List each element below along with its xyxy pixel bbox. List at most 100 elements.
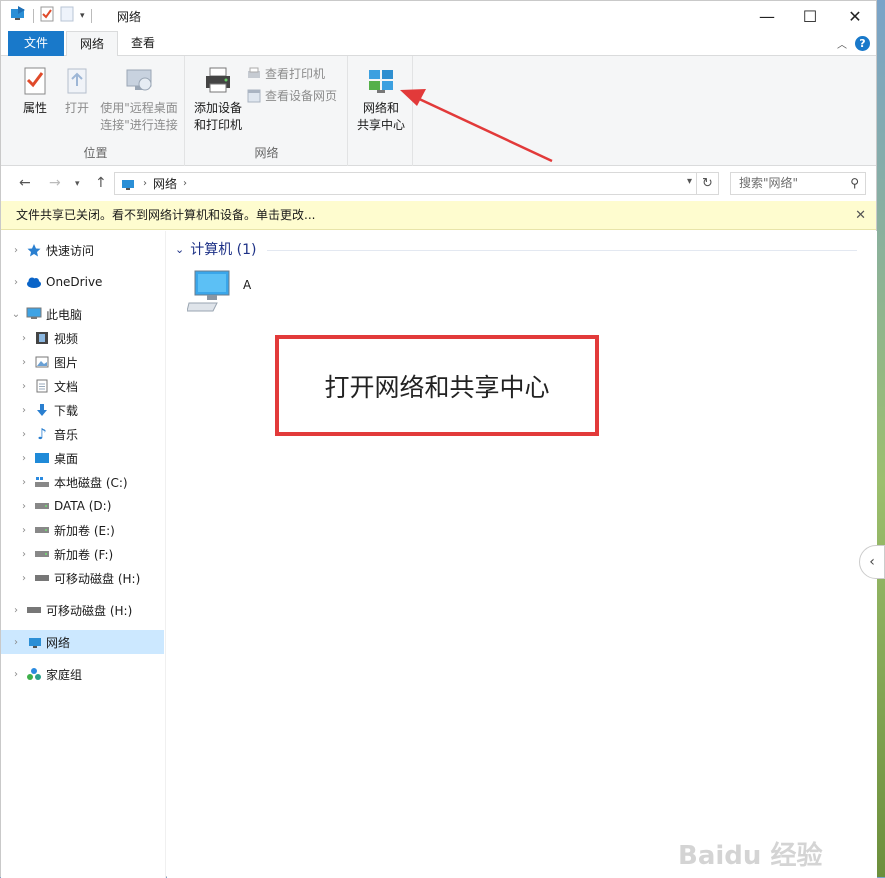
nav-removable-h[interactable]: › 可移动磁盘 (H:) <box>10 598 173 622</box>
add-devices-label-line2: 和打印机 <box>193 118 242 132</box>
open-button[interactable]: 打开 <box>59 64 95 117</box>
computer-item[interactable]: A <box>186 269 251 316</box>
nav-desktop[interactable]: › 桌面 <box>18 446 181 470</box>
computer-group-header[interactable]: ⌄ 计算机 (1) <box>175 239 257 259</box>
expand-panel-handle[interactable]: ‹ <box>859 545 885 579</box>
minimize-button[interactable]: — <box>744 1 790 31</box>
nav-this-pc[interactable]: ⌄ 此电脑 <box>10 302 173 326</box>
network-sharing-center-button[interactable]: 网络和 共享中心 <box>351 64 411 134</box>
expand-arrow-icon[interactable]: › <box>18 525 30 536</box>
nav-label: 家庭组 <box>46 667 83 682</box>
close-infobar-icon[interactable]: ✕ <box>855 201 866 230</box>
nav-homegroup[interactable]: › 家庭组 <box>10 662 173 686</box>
recent-locations-button[interactable]: ▾ <box>75 179 80 189</box>
network-sharing-icon <box>365 64 397 96</box>
content-pane: ⌄ 计算机 (1) A <box>167 231 877 878</box>
removable-drive-icon <box>34 570 50 586</box>
group-divider <box>267 250 857 251</box>
refresh-icon[interactable]: ↻ <box>696 173 718 194</box>
breadcrumb-network[interactable]: 网络 <box>153 175 177 192</box>
nav-videos[interactable]: › 视频 <box>18 326 181 350</box>
expand-arrow-icon[interactable]: › <box>18 405 30 416</box>
chevron-down-icon[interactable]: ⌄ <box>175 243 184 256</box>
expand-arrow-icon[interactable]: › <box>10 637 22 648</box>
nav-label: 下载 <box>54 403 79 418</box>
breadcrumb-chevron-icon[interactable]: › <box>183 178 187 189</box>
infobar-text[interactable]: 文件共享已关闭。看不到网络计算机和设备。单击更改... <box>16 208 315 222</box>
maximize-button[interactable]: ☐ <box>787 1 833 31</box>
navigation-bar: ← → ▾ ↑ › 网络 › ▾ ↻ 搜索"网络" ⚲ <box>1 167 876 199</box>
network-group: 添加设备 和打印机 查看打印机 查看设备网页 网络 <box>186 56 348 166</box>
search-box[interactable]: 搜索"网络" ⚲ <box>730 172 866 195</box>
printer-icon <box>202 64 234 96</box>
file-sharing-infobar[interactable]: 文件共享已关闭。看不到网络计算机和设备。单击更改... ✕ <box>1 201 876 230</box>
view-printers-button[interactable]: 查看打印机 <box>247 65 325 82</box>
annotation-callout: 打开网络和共享中心 <box>275 335 599 436</box>
tab-file[interactable]: 文件 <box>8 31 64 56</box>
open-label: 打开 <box>64 101 89 115</box>
expand-arrow-icon[interactable]: › <box>18 429 30 440</box>
close-button[interactable]: ✕ <box>832 1 878 31</box>
expand-arrow-icon[interactable]: › <box>18 381 30 392</box>
navigation-pane: › 快速访问 › OneDrive ⌄ 此电脑 › 视频 › 图片 › 文档 ›… <box>1 231 166 878</box>
expand-arrow-icon[interactable]: › <box>18 573 30 584</box>
expand-arrow-icon[interactable]: › <box>10 669 22 680</box>
expand-arrow-icon[interactable]: › <box>18 501 30 512</box>
nav-data-d[interactable]: › DATA (D:) <box>18 494 181 518</box>
desktop-icon <box>34 450 50 466</box>
nav-network[interactable]: › 网络 <box>1 630 164 654</box>
up-button[interactable]: ↑ <box>95 175 107 191</box>
network-icon <box>26 634 42 650</box>
forward-button[interactable]: → <box>49 175 61 191</box>
nav-label: 新加卷 (F:) <box>54 547 114 562</box>
collapse-ribbon-icon[interactable]: ︿ <box>837 36 847 51</box>
expand-arrow-icon[interactable]: › <box>10 245 22 256</box>
ribbon-controls: ︿ ? <box>837 36 870 51</box>
breadcrumb-separator-icon: › <box>143 178 147 189</box>
expand-arrow-icon[interactable]: › <box>18 549 30 560</box>
nav-volume-f[interactable]: › 新加卷 (F:) <box>18 542 181 566</box>
properties-qat-icon[interactable] <box>40 6 54 25</box>
properties-button[interactable]: 属性 <box>17 64 53 117</box>
back-button[interactable]: ← <box>19 175 31 191</box>
new-folder-qat-icon[interactable] <box>60 6 74 25</box>
network-group-label: 网络 <box>254 146 279 160</box>
remote-desktop-button[interactable]: 使用"远程桌面 连接"进行连接 <box>97 64 181 134</box>
sharing-group: 网络和 共享中心 <box>349 56 413 166</box>
nav-documents[interactable]: › 文档 <box>18 374 181 398</box>
tab-network[interactable]: 网络 <box>66 31 119 57</box>
properties-label: 属性 <box>22 101 47 115</box>
view-device-webpage-button[interactable]: 查看设备网页 <box>247 87 337 104</box>
expand-arrow-icon[interactable]: › <box>10 605 22 616</box>
add-devices-button[interactable]: 添加设备 和打印机 <box>190 64 246 134</box>
nav-volume-e[interactable]: › 新加卷 (E:) <box>18 518 181 542</box>
address-bar[interactable]: › 网络 › ▾ ↻ <box>114 172 719 195</box>
nav-label: 音乐 <box>54 427 79 442</box>
nav-pictures[interactable]: › 图片 <box>18 350 181 374</box>
sharing-center-label-line2: 共享中心 <box>356 118 405 132</box>
collapse-arrow-icon[interactable]: ⌄ <box>10 309 22 320</box>
address-dropdown-icon[interactable]: ▾ <box>687 176 692 187</box>
network-icon <box>122 179 134 190</box>
breadcrumb: › 网络 › <box>119 175 187 192</box>
customize-qat-icon[interactable]: ▾ <box>80 11 85 21</box>
ribbon-tabs: 文件 网络 查看 ︿ ? <box>1 31 876 57</box>
nav-downloads[interactable]: › 下载 <box>18 398 181 422</box>
tab-view[interactable]: 查看 <box>118 31 168 56</box>
title-bar: ▾ 网络 — ☐ ✕ <box>1 1 876 31</box>
nav-local-disk-c[interactable]: › 本地磁盘 (C:) <box>18 470 181 494</box>
nav-removable-h-sub[interactable]: › 可移动磁盘 (H:) <box>18 566 181 590</box>
expand-arrow-icon[interactable]: › <box>18 357 30 368</box>
divider <box>33 8 34 23</box>
nav-music[interactable]: › ♪ 音乐 <box>18 422 181 446</box>
expand-arrow-icon[interactable]: › <box>18 477 30 488</box>
help-icon[interactable]: ? <box>855 36 870 51</box>
picture-icon <box>34 354 50 370</box>
search-icon[interactable]: ⚲ <box>850 173 859 194</box>
nav-onedrive[interactable]: › OneDrive <box>10 270 173 294</box>
nav-quick-access[interactable]: › 快速访问 <box>10 238 173 262</box>
expand-arrow-icon[interactable]: › <box>18 333 30 344</box>
expand-arrow-icon[interactable]: › <box>18 453 30 464</box>
expand-arrow-icon[interactable]: › <box>10 277 22 288</box>
webpage-icon <box>247 89 261 102</box>
